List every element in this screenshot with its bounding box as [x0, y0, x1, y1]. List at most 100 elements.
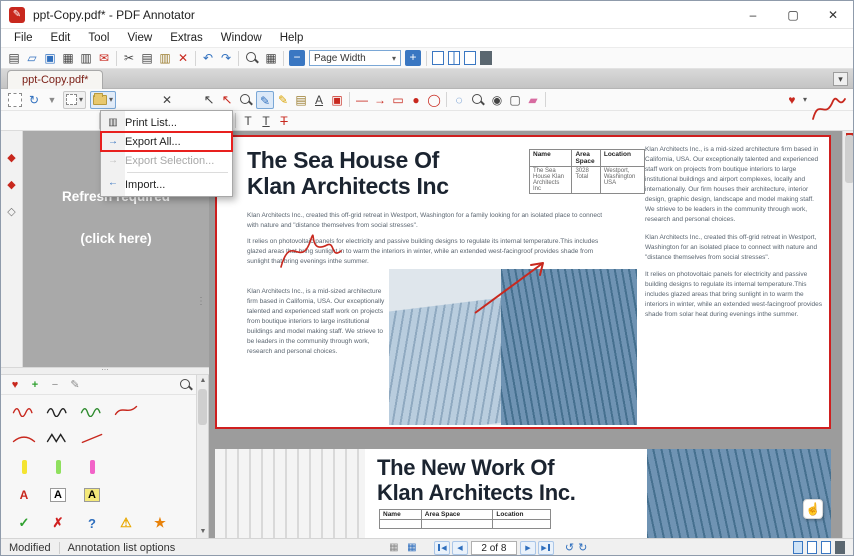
email-icon[interactable]: ✉ [95, 49, 113, 67]
remove-favorite-icon[interactable]: − [47, 379, 63, 391]
previous-page-button[interactable]: ◀ [451, 540, 468, 555]
zoom-out-button[interactable]: − [289, 50, 305, 66]
zoom-in-button[interactable]: + [405, 50, 421, 66]
palette-scrollbar[interactable]: ▲ ▼ [196, 375, 208, 538]
maximize-button[interactable]: ▢ [773, 1, 813, 29]
lasso-tool-icon[interactable]: ◌ [450, 91, 468, 109]
last-page-button[interactable]: ▶ [537, 540, 554, 555]
add-favorite-icon[interactable]: + [27, 379, 43, 391]
pdf-page-1[interactable]: The Sea House Of Klan Architects Inc Nam… [215, 135, 831, 429]
text-tool-icon[interactable]: A [310, 91, 328, 109]
redo-icon[interactable]: ↷ [217, 49, 235, 67]
loupe-tool-icon[interactable] [470, 92, 486, 108]
paste-icon[interactable]: ▥ [156, 49, 174, 67]
new-document-icon[interactable]: ▤ [5, 49, 23, 67]
edit-favorite-icon[interactable]: ✎ [67, 378, 83, 391]
favorite-highlight[interactable] [75, 456, 109, 478]
favorite-stamp-cross[interactable]: ✗ [41, 512, 75, 534]
chevron-down-icon[interactable]: ▾ [803, 95, 807, 104]
text-format-icon[interactable]: T [239, 112, 257, 130]
single-page-layout-icon[interactable] [432, 51, 444, 65]
save-icon[interactable]: ▣ [41, 49, 59, 67]
document-scrollbar[interactable] [842, 131, 853, 538]
facing-view-icon[interactable] [821, 541, 831, 554]
document-viewport[interactable]: The Sea House Of Klan Architects Inc Nam… [209, 131, 853, 538]
single-page-view-icon[interactable] [793, 541, 803, 554]
first-page-button[interactable]: ◀ [433, 540, 450, 555]
snapshot-tool-icon[interactable]: ◉ [488, 91, 506, 109]
panel-splitter[interactable]: ⋯ [1, 367, 209, 375]
pen-tool-icon[interactable]: ✎ [256, 90, 275, 109]
crop-tool-icon[interactable]: ▢ [506, 91, 524, 109]
menu-item-print-list[interactable]: ▥ Print List... [101, 113, 232, 132]
note-tool-icon[interactable]: ▤ [292, 91, 310, 109]
click-here-text[interactable]: (click here) [23, 231, 209, 246]
close-button[interactable]: ✕ [813, 1, 853, 29]
list-options-menu-button[interactable]: ▾ [90, 90, 117, 109]
favorite-stroke[interactable] [75, 427, 109, 449]
minimize-button[interactable]: – [733, 1, 773, 29]
circle-tool-icon[interactable]: ◯ [425, 91, 443, 109]
print-icon[interactable]: ▥ [77, 49, 95, 67]
favorite-text-box-style[interactable]: A [41, 484, 75, 506]
scrollbar-thumb[interactable] [845, 135, 853, 183]
line-tool-icon[interactable]: — [353, 91, 371, 109]
continuous-view-icon[interactable] [807, 541, 817, 554]
menu-extras[interactable]: Extras [161, 29, 212, 47]
panel-scrollbar[interactable]: ⋮ [196, 296, 207, 307]
favorite-stamp-star[interactable]: ★ [143, 512, 177, 534]
favorite-highlight[interactable] [41, 456, 75, 478]
eraser-tool-icon[interactable]: ▰ [524, 91, 542, 109]
favorite-highlight[interactable] [7, 456, 41, 478]
history-forward-icon[interactable]: ↻ [578, 541, 587, 554]
continuous-layout-icon[interactable] [464, 51, 476, 65]
fullscreen-view-icon[interactable] [835, 541, 845, 554]
filter-icon[interactable]: ▼ [43, 91, 61, 109]
scroll-up-icon[interactable]: ▲ [197, 375, 209, 387]
menu-file[interactable]: File [5, 29, 42, 47]
scroll-down-icon[interactable]: ▼ [197, 526, 209, 538]
favorite-stamp-question[interactable]: ? [75, 512, 109, 534]
pdf-page-2[interactable]: The New Work Of Klan Architects Inc. Nam… [215, 449, 831, 538]
page-indicator[interactable]: 2 of 8 [470, 540, 517, 555]
menu-item-import[interactable]: → Import... [101, 175, 232, 194]
zoom-mode-select[interactable]: Page Width ▾ [309, 50, 401, 66]
arrow-annotation[interactable] [457, 247, 567, 319]
favorite-stroke[interactable] [41, 399, 75, 421]
undo-icon[interactable]: ↶ [199, 49, 217, 67]
selection-options-dropdown[interactable]: ▾ [63, 90, 87, 109]
favorite-stroke[interactable] [7, 427, 41, 449]
stamp-tool-icon[interactable]: ▣ [328, 91, 346, 109]
history-back-icon[interactable]: ↺ [565, 541, 574, 554]
pan-select-tool-icon[interactable]: ↖ [218, 91, 236, 109]
favorite-stroke[interactable] [7, 399, 41, 421]
annotation-list-options[interactable]: Annotation list options [60, 542, 184, 554]
ink-annotation-squiggle[interactable] [275, 225, 347, 275]
menu-view[interactable]: View [118, 29, 161, 47]
menu-help[interactable]: Help [271, 29, 313, 47]
favorite-text-style[interactable]: A [7, 484, 41, 506]
sidebar-tab-annotations-icon[interactable]: ◆ [7, 178, 15, 191]
menu-edit[interactable]: Edit [42, 29, 80, 47]
text-strikeout-icon[interactable]: T [275, 112, 293, 130]
favorite-stroke[interactable] [109, 399, 143, 421]
delete-icon[interactable]: ✕ [174, 49, 192, 67]
copy-icon[interactable]: ▤ [138, 49, 156, 67]
palette-search-icon[interactable] [178, 377, 194, 393]
rectangle-tool-icon[interactable]: ▭ [389, 91, 407, 109]
cut-icon[interactable]: ✂ [120, 49, 138, 67]
open-file-icon[interactable]: ▱ [23, 49, 41, 67]
favorites-heart-icon[interactable]: ♥ [7, 379, 23, 391]
favorite-stroke[interactable] [41, 427, 75, 449]
zoom-tool-icon[interactable] [238, 92, 254, 108]
refresh-list-icon[interactable]: ↻ [25, 91, 43, 109]
close-panel-icon[interactable]: ✕ [158, 91, 176, 109]
scrollbar-thumb[interactable] [198, 389, 207, 425]
tab-list-dropdown[interactable]: ▾ [833, 72, 848, 86]
menu-tool[interactable]: Tool [79, 29, 118, 47]
sidebar-tab-attachments-icon[interactable]: ◇ [7, 205, 15, 218]
favorite-stroke[interactable] [75, 399, 109, 421]
full-page-icon[interactable] [480, 51, 492, 65]
save-all-icon[interactable]: ▦ [59, 49, 77, 67]
ellipse-tool-icon[interactable]: ● [407, 91, 425, 109]
